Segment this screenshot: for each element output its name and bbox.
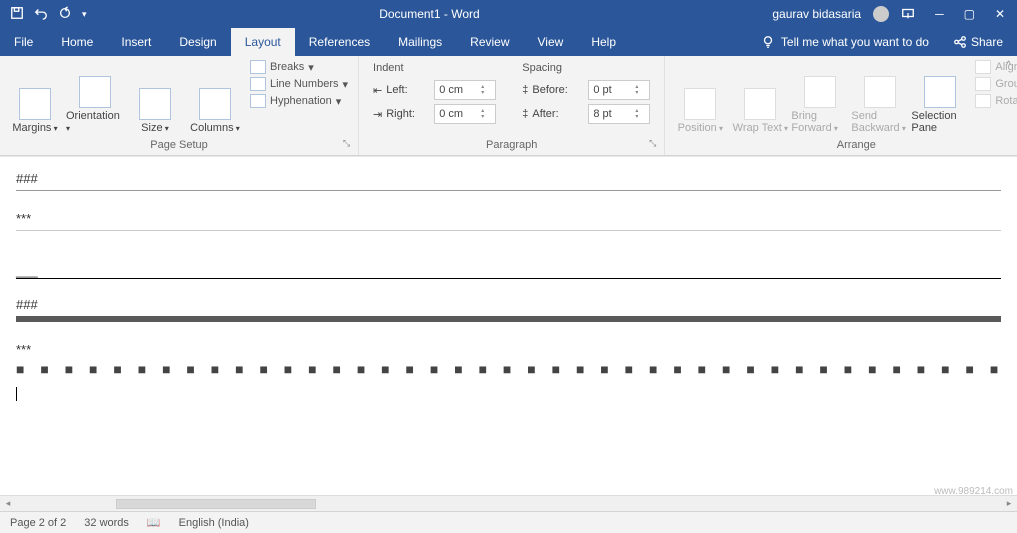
tab-references[interactable]: References [295, 28, 384, 56]
tell-me-search[interactable]: Tell me what you want to do [751, 28, 939, 56]
save-icon[interactable] [10, 6, 24, 23]
spacing-heading: Spacing [522, 62, 650, 74]
tell-me-label: Tell me what you want to do [781, 35, 929, 49]
size-button[interactable]: Size [126, 58, 184, 136]
hr-dotted: ■ ■ ■ ■ ■ ■ ■ ■ ■ ■ ■ ■ ■ ■ ■ ■ ■ ■ ■ ■ … [16, 361, 1001, 377]
indent-right-icon: ⇥ [373, 108, 382, 121]
indent-left-row: ⇤ Left: 0 cm▴▾ [373, 80, 496, 100]
tab-view[interactable]: View [524, 28, 578, 56]
pagesetup-dialog-launcher[interactable]: ⤡ [343, 135, 350, 151]
rotate-button: Rotate ▾ [975, 94, 1017, 108]
position-button: Position [671, 58, 729, 136]
tab-help[interactable]: Help [577, 28, 630, 56]
undo-icon[interactable] [34, 6, 48, 23]
indent-left-input[interactable]: 0 cm▴▾ [434, 80, 496, 100]
scroll-thumb[interactable] [116, 499, 316, 509]
hr-underline [16, 278, 1001, 279]
spacing-before-label: Before: [532, 84, 584, 96]
hr-thin [16, 190, 1001, 191]
group-paragraph: Indent ⇤ Left: 0 cm▴▾ ⇥ Right: 0 cm▴▾ Sp… [359, 56, 665, 155]
status-bar: Page 2 of 2 32 words 📖 English (India) [0, 511, 1017, 533]
indent-right-input[interactable]: 0 cm▴▾ [434, 104, 496, 124]
maximize-icon[interactable]: ▢ [964, 7, 975, 21]
minimize-icon[interactable]: ─ [935, 7, 944, 21]
share-button[interactable]: Share [939, 28, 1017, 56]
tab-insert[interactable]: Insert [107, 28, 165, 56]
bring-forward-button: Bring Forward [791, 58, 849, 136]
text-cursor [16, 387, 1001, 401]
indent-left-label: Left: [386, 84, 430, 96]
tab-design[interactable]: Design [165, 28, 230, 56]
word-count[interactable]: 32 words [84, 517, 129, 529]
columns-button[interactable]: Columns [186, 58, 244, 136]
spacing-after-row: ‡ After: 8 pt▴▾ [522, 104, 650, 124]
page-content: ### *** ___ ### *** ■ ■ ■ ■ ■ ■ ■ ■ ■ ■ … [0, 157, 1017, 401]
indent-heading: Indent [373, 62, 496, 74]
group-page-setup: Margins Orientation Size Columns Breaks … [0, 56, 359, 155]
scroll-track[interactable] [16, 499, 1001, 509]
watermark: www.989214.com [934, 486, 1013, 497]
horizontal-scrollbar[interactable]: ◂ ▸ [0, 495, 1017, 511]
send-backward-button: Send Backward [851, 58, 909, 136]
orientation-button[interactable]: Orientation [66, 58, 124, 136]
title-bar: ▾ Document1 - Word gaurav bidasaria ─ ▢ … [0, 0, 1017, 28]
scroll-right-icon[interactable]: ▸ [1001, 498, 1017, 509]
hyphenation-button[interactable]: Hyphenation ▾ [250, 94, 348, 108]
collapse-ribbon-icon[interactable]: ^ [1006, 60, 1011, 71]
spacing-after-icon: ‡ [522, 108, 528, 120]
quick-access-toolbar: ▾ [4, 6, 87, 23]
tab-review[interactable]: Review [456, 28, 523, 56]
spacing-after-input[interactable]: 8 pt▴▾ [588, 104, 650, 124]
hr-thick [16, 316, 1001, 322]
user-name[interactable]: gaurav bidasaria [772, 7, 861, 21]
page-indicator[interactable]: Page 2 of 2 [10, 517, 66, 529]
paragraph-dialog-launcher[interactable]: ⤡ [649, 135, 656, 151]
document-title: Document1 - Word [87, 7, 773, 21]
group-label-pagesetup: Page Setup [150, 139, 208, 151]
selection-pane-button[interactable]: Selection Pane [911, 58, 969, 136]
ribbon-options-icon[interactable] [901, 6, 915, 23]
group-label-arrange: Arrange [837, 139, 876, 151]
text-line-3: ___ [16, 263, 1001, 278]
indent-right-row: ⇥ Right: 0 cm▴▾ [373, 104, 496, 124]
tab-layout[interactable]: Layout [231, 28, 295, 56]
spacing-before-input[interactable]: 0 pt▴▾ [588, 80, 650, 100]
proofing-icon[interactable]: 📖 [147, 516, 161, 529]
margins-button[interactable]: Margins [6, 58, 64, 136]
tab-file[interactable]: File [0, 28, 47, 56]
group-button: Group ▾ [975, 77, 1017, 91]
group-label-paragraph: Paragraph [486, 139, 537, 151]
text-line-4: ### [16, 297, 1001, 312]
user-avatar[interactable] [873, 6, 889, 22]
line-numbers-button[interactable]: Line Numbers ▾ [250, 77, 348, 91]
document-area[interactable]: ### *** ___ ### *** ■ ■ ■ ■ ■ ■ ■ ■ ■ ■ … [0, 156, 1017, 495]
spacing-before-row: ‡ Before: 0 pt▴▾ [522, 80, 650, 100]
breaks-button[interactable]: Breaks ▾ [250, 60, 348, 74]
text-line-5: *** [16, 342, 1001, 357]
indent-right-label: Right: [386, 108, 430, 120]
ribbon-tabs: File Home Insert Design Layout Reference… [0, 28, 1017, 56]
share-icon [953, 35, 967, 49]
redo-icon[interactable] [58, 6, 72, 23]
scroll-left-icon[interactable]: ◂ [0, 498, 16, 509]
hr-thinner [16, 230, 1001, 231]
text-line-1: ### [16, 171, 1001, 186]
group-arrange: Position Wrap Text Bring Forward Send Ba… [665, 56, 1017, 155]
close-icon[interactable]: ✕ [995, 7, 1005, 21]
text-line-2: *** [16, 211, 1001, 226]
ribbon: Margins Orientation Size Columns Breaks … [0, 56, 1017, 156]
spacing-before-icon: ‡ [522, 84, 528, 96]
spacing-after-label: After: [532, 108, 584, 120]
indent-left-icon: ⇤ [373, 84, 382, 97]
language-indicator[interactable]: English (India) [179, 517, 249, 529]
wrap-text-button: Wrap Text [731, 58, 789, 136]
share-label: Share [971, 35, 1003, 49]
tab-home[interactable]: Home [47, 28, 107, 56]
lightbulb-icon [761, 35, 775, 49]
tab-mailings[interactable]: Mailings [384, 28, 456, 56]
